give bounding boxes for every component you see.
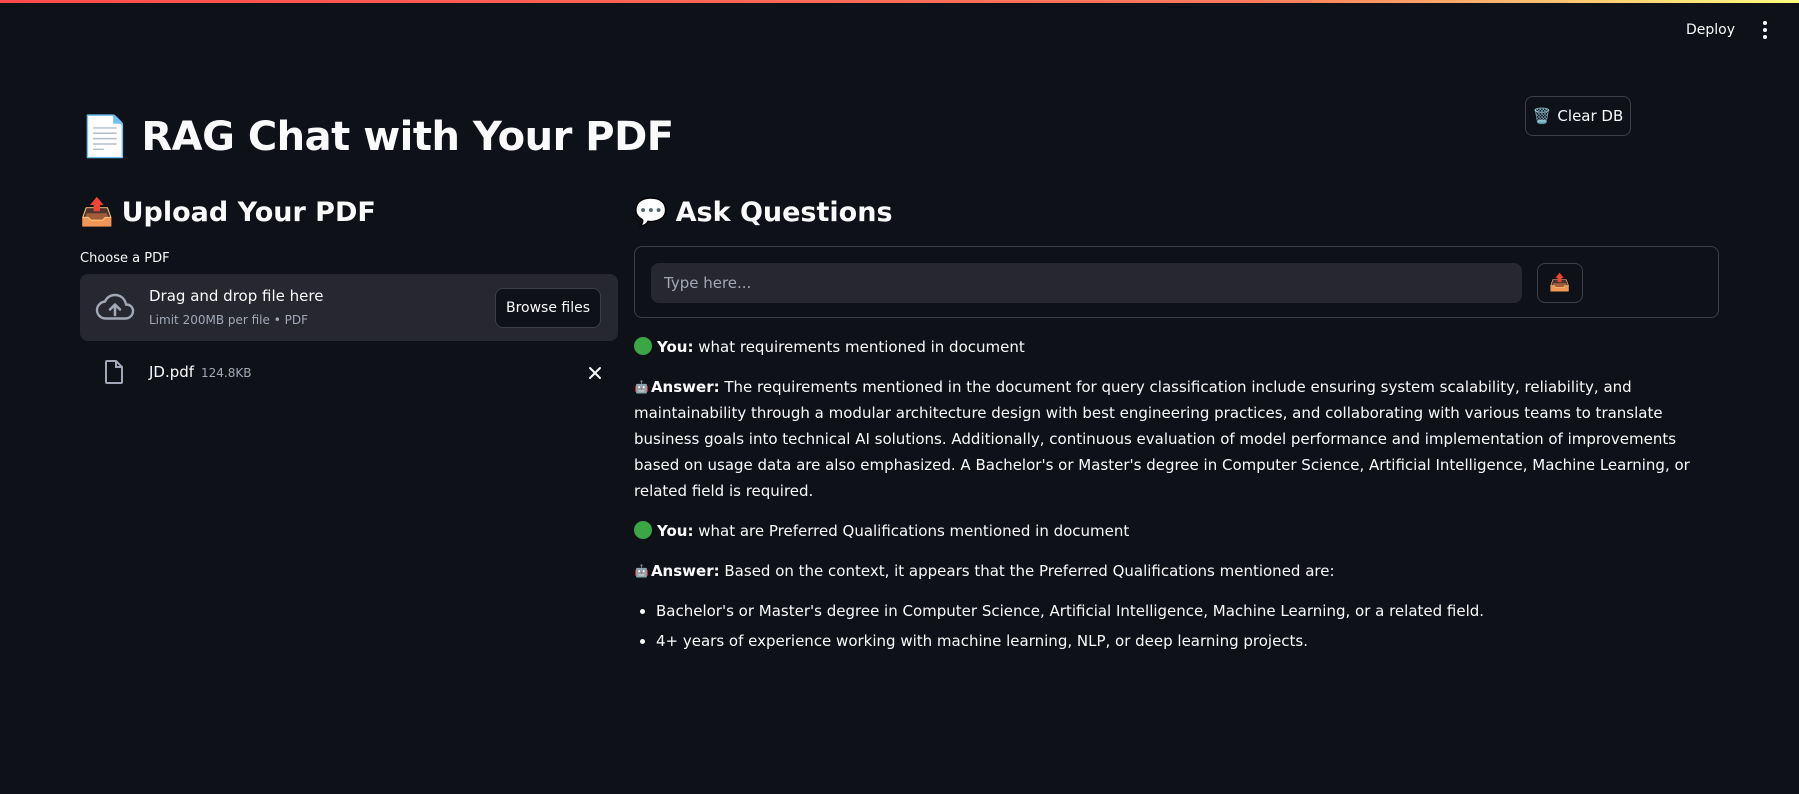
outbox-icon: 📤 — [80, 197, 114, 228]
remove-file-icon[interactable] — [582, 360, 608, 386]
page-title-text: RAG Chat with Your PDF — [141, 113, 674, 160]
uploaded-file: JD.pdf 124.8KB — [80, 356, 618, 392]
answer-message: 🤖 Answer: The requirements mentioned in t… — [634, 374, 1719, 504]
user-prefix: You: — [657, 338, 694, 356]
trash-icon: 🗑️ — [1532, 107, 1552, 125]
file-size: 124.8KB — [201, 366, 252, 380]
user-message: You: what are Preferred Qualifications m… — [634, 518, 1719, 544]
cloud-upload-icon — [95, 293, 135, 320]
file-uploader-label: Choose a PDF — [80, 251, 170, 266]
speech-bubble-icon: 💬 — [634, 197, 668, 228]
app-header: Deploy — [1399, 0, 1799, 60]
ask-heading: 💬 Ask Questions — [634, 196, 893, 229]
main-menu-icon[interactable] — [1755, 15, 1775, 45]
green-circle-icon — [634, 521, 652, 539]
answer-prefix: Answer: — [650, 378, 720, 396]
file-icon — [105, 360, 123, 384]
user-message: You: what requirements mentioned in docu… — [634, 334, 1719, 360]
answer-message: 🤖 Answer: Based on the context, it appear… — [634, 558, 1719, 584]
deploy-button[interactable]: Deploy — [1676, 16, 1745, 44]
send-button[interactable]: 📤 — [1537, 263, 1583, 303]
chat-history: You: what requirements mentioned in docu… — [634, 334, 1719, 658]
send-icon: 📤 — [1549, 273, 1571, 292]
list-item: Bachelor's or Master's degree in Compute… — [656, 598, 1719, 624]
user-message-text: what are Preferred Qualifications mentio… — [698, 522, 1130, 540]
document-icon: 📄 — [80, 114, 130, 160]
user-message-text: what requirements mentioned in document — [698, 338, 1025, 356]
answer-prefix: Answer: — [650, 562, 720, 580]
question-form: 📤 — [634, 246, 1719, 318]
clear-db-button[interactable]: 🗑️ Clear DB — [1525, 96, 1631, 136]
upload-heading: 📤 Upload Your PDF — [80, 196, 376, 229]
upload-heading-text: Upload Your PDF — [121, 196, 376, 228]
answer-message-text: The requirements mentioned in the docume… — [634, 378, 1690, 500]
dropzone-instructions: Drag and drop file here — [149, 287, 324, 305]
browse-files-button[interactable]: Browse files — [495, 288, 601, 328]
file-dropzone[interactable]: Drag and drop file here Limit 200MB per … — [80, 274, 618, 341]
answer-message-text: Based on the context, it appears that th… — [724, 562, 1335, 580]
robot-icon: 🤖 — [634, 564, 649, 578]
clear-db-label: Clear DB — [1557, 107, 1624, 125]
green-circle-icon — [634, 337, 652, 355]
user-prefix: You: — [657, 522, 694, 540]
answer-bullet-list: Bachelor's or Master's degree in Compute… — [656, 598, 1719, 654]
dropzone-limit: Limit 200MB per file • PDF — [149, 313, 308, 327]
robot-icon: 🤖 — [634, 380, 649, 394]
ask-heading-text: Ask Questions — [675, 196, 893, 228]
page-title: 📄 RAG Chat with Your PDF — [80, 113, 674, 161]
file-name: JD.pdf — [149, 363, 195, 381]
question-input[interactable] — [651, 263, 1522, 303]
list-item: 4+ years of experience working with mach… — [656, 628, 1719, 654]
